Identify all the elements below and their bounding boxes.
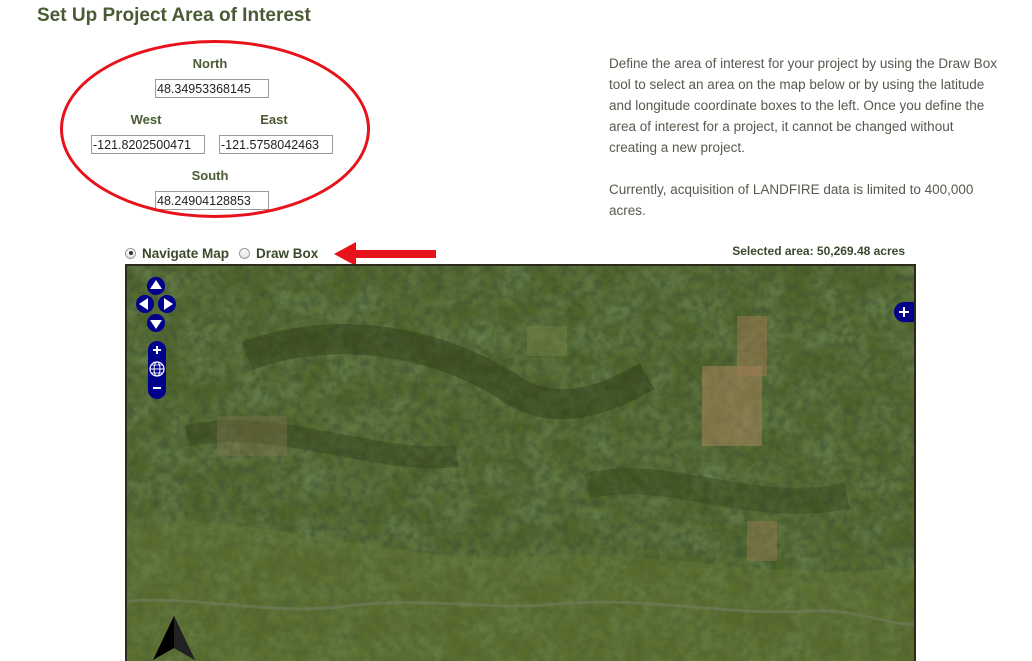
west-label: West xyxy=(130,112,162,127)
pan-down-icon[interactable] xyxy=(147,314,165,332)
east-input[interactable] xyxy=(219,135,333,154)
pan-control xyxy=(136,277,176,332)
navigate-map-label[interactable]: Navigate Map xyxy=(142,246,229,261)
description-paragraph: Define the area of interest for your pro… xyxy=(609,56,997,155)
south-label: South xyxy=(191,168,229,183)
description: Define the area of interest for your pro… xyxy=(609,53,1004,242)
zoom-out-icon[interactable] xyxy=(153,387,161,389)
map-viewport[interactable] xyxy=(125,264,916,661)
north-arrow-icon xyxy=(153,616,195,660)
navigate-map-radio[interactable] xyxy=(125,247,136,259)
map-mode-selector: Navigate Map Draw Box xyxy=(125,244,328,262)
zoom-control xyxy=(148,341,166,399)
north-input[interactable] xyxy=(155,79,269,98)
draw-box-label[interactable]: Draw Box xyxy=(256,246,318,261)
east-label: East xyxy=(260,112,288,127)
page: Set Up Project Area of Interest North We… xyxy=(0,0,1032,661)
north-label: North xyxy=(192,56,228,71)
page-title: Set Up Project Area of Interest xyxy=(37,5,311,26)
pan-right-icon[interactable] xyxy=(158,295,176,313)
west-input[interactable] xyxy=(91,135,205,154)
pan-up-icon[interactable] xyxy=(147,277,165,295)
satellite-imagery xyxy=(127,266,914,661)
draw-box-radio[interactable] xyxy=(239,247,251,259)
description-limit: Currently, acquisition of LANDFIRE data … xyxy=(609,182,974,218)
pan-left-icon[interactable] xyxy=(136,295,154,313)
layer-switcher-icon[interactable] xyxy=(894,302,914,322)
south-input[interactable] xyxy=(155,191,269,210)
selected-area-readout: Selected area: 50,269.48 acres xyxy=(732,244,905,258)
